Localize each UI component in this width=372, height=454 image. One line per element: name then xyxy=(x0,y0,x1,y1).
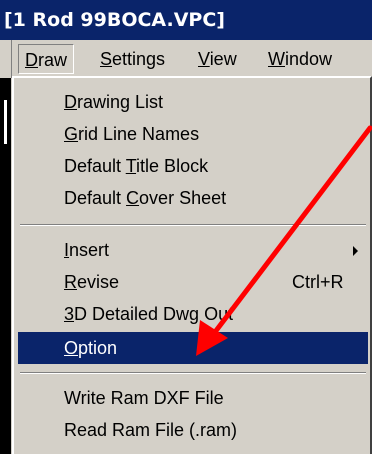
item-accesskey: 3 xyxy=(64,304,75,324)
menu-item-default-title-block[interactable]: Default Title Block xyxy=(18,150,368,182)
background-window-edge xyxy=(0,78,11,454)
item-label-pre: Default xyxy=(64,188,127,208)
item-label-pre: Default xyxy=(64,156,126,176)
menu-item-default-cover-sheet[interactable]: Default Cover Sheet xyxy=(18,182,368,214)
item-label: evise xyxy=(77,272,120,292)
submenu-arrow-icon xyxy=(353,246,358,256)
item-label: over Sheet xyxy=(139,188,227,208)
menu-settings[interactable]: Settings xyxy=(94,44,171,74)
item-label: Write Ram DXF File xyxy=(64,388,224,408)
item-accesskey: R xyxy=(64,272,77,292)
menu-view[interactable]: View xyxy=(192,44,243,74)
item-accesskey: T xyxy=(125,156,137,176)
menu-view-accesskey: V xyxy=(198,49,210,69)
menu-window-accesskey: W xyxy=(268,49,285,69)
window-title: [1 Rod 99BOCA.VPC] xyxy=(0,0,372,40)
menu-draw[interactable]: Draw xyxy=(18,44,75,74)
item-accesskey: D xyxy=(64,92,77,112)
menu-item-option[interactable]: Option xyxy=(18,332,368,364)
draw-menu-dropdown: Drawing List Grid Line Names Default Tit… xyxy=(12,76,372,454)
item-label: nsert xyxy=(69,240,110,260)
menu-item-write-ram-dxf-file[interactable]: Write Ram DXF File xyxy=(18,382,368,414)
shortcut-label: Ctrl+R xyxy=(292,272,344,292)
menu-separator xyxy=(20,372,366,374)
item-label: rawing List xyxy=(77,92,164,112)
menu-bar-grip xyxy=(0,40,12,78)
menu-item-grid-line-names[interactable]: Grid Line Names xyxy=(18,118,368,150)
menu-item-drawing-list[interactable]: Drawing List xyxy=(18,86,368,118)
menu-item-3d-detailed-dwg-out[interactable]: 3D Detailed Dwg Out xyxy=(18,298,368,330)
menu-draw-label: raw xyxy=(38,50,68,70)
menu-separator xyxy=(20,224,366,226)
menu-item-insert[interactable]: Insert xyxy=(18,234,368,266)
item-accesskey: G xyxy=(64,124,79,144)
menu-window[interactable]: Window xyxy=(262,44,338,74)
item-accesskey: O xyxy=(64,338,79,358)
menu-settings-accesskey: S xyxy=(100,49,113,69)
menu-bar: Draw Settings View Window xyxy=(0,40,372,78)
item-label: ption xyxy=(78,338,118,358)
item-label: Read Ram File (.ram) xyxy=(64,420,238,440)
menu-view-label: iew xyxy=(209,49,237,69)
menu-settings-label: ettings xyxy=(112,49,166,69)
item-label: itle Block xyxy=(136,156,209,176)
menu-item-read-ram-file[interactable]: Read Ram File (.ram) xyxy=(18,414,368,446)
item-label: D Detailed Dwg Out xyxy=(74,304,234,324)
item-label: rid Line Names xyxy=(78,124,200,144)
item-accesskey: C xyxy=(126,188,140,208)
menu-draw-accesskey: D xyxy=(25,50,38,70)
menu-item-revise[interactable]: Revise Ctrl+R xyxy=(18,266,368,298)
background-window-mark xyxy=(4,100,7,144)
menu-window-label: indow xyxy=(285,49,333,69)
